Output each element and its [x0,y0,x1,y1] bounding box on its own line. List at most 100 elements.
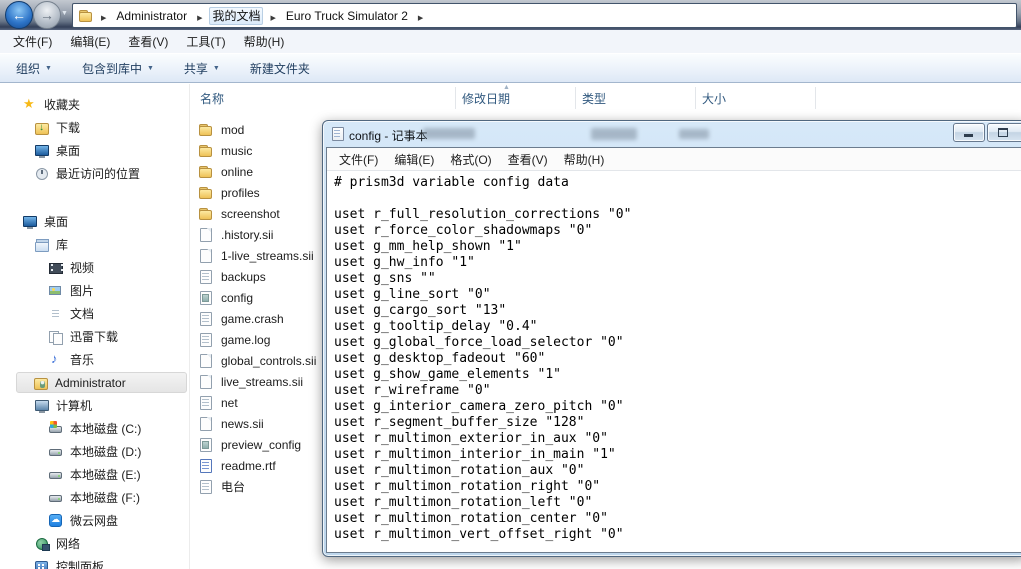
column-separator [695,87,696,109]
notepad-title: config - 记事本 [349,129,428,143]
menu-item[interactable]: 格式(O) [442,148,499,171]
file-name: live_streams.sii [221,374,304,389]
menu-item[interactable]: 帮助(H) [556,148,613,171]
toolbar-button[interactable]: 组织 ▼ [16,60,52,77]
dropdown-arrow-icon: ▼ [146,64,154,72]
sidebar-item-label: 本地磁盘 (C:) [70,422,142,436]
breadcrumb-item[interactable]: Euro Truck Simulator 2 [283,7,411,25]
column-separator [455,87,456,109]
toolbar-button-label: 包含到库中 [81,61,142,76]
sidebar-item-label: 图片 [70,284,95,298]
back-button[interactable]: ← [5,1,33,29]
config-file-icon [198,290,214,306]
menu-item[interactable]: 查看(V) [500,148,556,171]
notepad-titlebar[interactable]: config - 记事本 [323,121,1021,147]
sidebar-item[interactable]: 收藏夹 [2,94,187,115]
config-line: uset r_multimon_vert_offset_right "0" [334,527,624,542]
maximize-button[interactable] [987,123,1021,142]
sidebar-item[interactable]: 库 [2,234,187,255]
config-line: uset g_interior_camera_zero_pitch "0" [334,399,624,414]
menu-item[interactable]: 编辑(E) [386,148,442,171]
config-line: uset r_segment_buffer_size "128" [334,415,585,430]
sidebar-item[interactable]: 计算机 [2,395,187,416]
sii-file-icon [198,248,214,264]
menu-item[interactable]: 查看(V) [119,30,177,53]
sidebar-item[interactable]: 视频 [2,257,187,278]
sidebar-item[interactable]: 本地磁盘 (D:) [2,441,187,462]
breadcrumb-item[interactable]: 我的文档 [209,6,264,25]
explorer-menubar: 文件(F) 编辑(E) 查看(V) 工具(T) 帮助(H) [0,30,1021,53]
file-name: 1-live_streams.sii [221,248,314,263]
sidebar-item[interactable]: 下载 [2,117,187,138]
menu-item[interactable]: 工具(T) [177,30,234,53]
navigation-pane: 收藏夹下载桌面最近访问的位置桌面库视频图片文档迅雷下载音乐Administrat… [0,84,190,569]
sidebar-item-label: 视频 [70,261,95,275]
file-name: game.crash [221,311,284,326]
sidebar-item-label: 控制面板 [56,560,105,569]
sidebar-item[interactable]: 网络 [2,533,187,554]
notepad-window-controls [953,123,1021,142]
breadcrumb-separator-icon: ▶ [417,14,424,22]
sii-file-icon [198,353,214,369]
file-name: config [221,290,254,305]
file-name: 电台 [221,480,246,494]
column-header[interactable]: 类型 [582,86,606,112]
breadcrumb-item[interactable]: Administrator [113,7,190,25]
toolbar-button-label: 组织 [16,61,41,76]
folder-icon [198,206,214,222]
sidebar-item-label: 桌面 [44,215,69,229]
sidebar-item[interactable]: 本地磁盘 (E:) [2,464,187,485]
recent-places-icon [34,166,50,182]
config-line: uset r_multimon_interior_in_main "1" [334,447,616,462]
sii-file-icon [198,227,214,243]
sidebar-item[interactable]: 本地磁盘 (C:) [2,418,187,439]
notepad-menubar: 文件(F) 编辑(E) 格式(O) 查看(V) 帮助(H) [327,148,1021,171]
star-icon [22,96,38,113]
sidebar-item[interactable]: 最近访问的位置 [2,163,187,184]
breadcrumb-separator-icon: ▶ [101,14,107,22]
library-icon [34,237,50,253]
toolbar-button[interactable]: 包含到库中 ▼ [82,60,154,77]
toolbar-button-label: 新建文件夹 [249,61,310,76]
dropdown-arrow-icon: ▼ [212,64,220,72]
address-bar[interactable]: ▶ Administrator ▶ 我的文档 ▶ Euro Truck Simulator… [72,3,1017,28]
toolbar-button[interactable]: 共享 ▼ [184,60,220,77]
menu-item[interactable]: 帮助(H) [235,30,294,53]
notepad-client-area: 文件(F) 编辑(E) 格式(O) 查看(V) 帮助(H) # prism3d vari… [326,147,1021,553]
menu-item[interactable]: 编辑(E) [61,30,119,53]
sidebar-item-label: 计算机 [56,399,93,413]
file-name: online [221,164,254,179]
notepad-text-area[interactable]: # prism3d variable config data uset r_fu… [327,171,1021,543]
sidebar-item[interactable]: 图片 [2,280,187,301]
menu-item[interactable]: 文件(F) [4,30,61,53]
config-line: uset r_wireframe "0" [334,383,491,398]
minimize-button[interactable] [953,123,985,142]
sidebar-item[interactable]: 桌面 [2,140,187,161]
drive-windows-icon [48,420,64,437]
forward-button[interactable]: → [33,1,61,29]
drive-icon [48,444,64,460]
sidebar-item[interactable]: Administrator [16,372,187,393]
pictures-icon [48,283,64,299]
explorer-navbar: ← → ▼ ▶ Administrator ▶ 我的文档 ▶ Euro Truck Sim… [0,0,1021,30]
sidebar-item[interactable]: 本地磁盘 (F:) [2,487,187,508]
sidebar-item[interactable]: 迅雷下载 [2,326,187,347]
explorer-toolbar: 组织 ▼ 包含到库中 ▼ 共享 ▼ 新建文件夹 [0,53,1021,83]
control-panel-icon [34,559,50,569]
glass-reflection [423,128,475,139]
column-header[interactable]: 大小 [702,86,726,112]
text-file-icon [48,306,64,322]
menu-item[interactable]: 文件(F) [331,148,386,171]
recent-pages-chevron-icon[interactable]: ▼ [61,10,68,17]
sidebar-item[interactable]: 微云网盘 [2,510,187,531]
sidebar-item[interactable]: 桌面 [2,211,187,232]
sidebar-item[interactable]: 音乐 [2,349,187,370]
folder-icon [198,122,214,138]
column-header[interactable]: 名称 [200,86,224,112]
sidebar-item[interactable]: 控制面板 [2,556,187,569]
toolbar-button[interactable]: 新建文件夹 [250,60,310,77]
sidebar-item[interactable]: 文档 [2,303,187,324]
file-name: preview_config [221,437,302,452]
text-file-icon [198,332,214,348]
breadcrumb-separator-icon: ▶ [270,14,276,22]
